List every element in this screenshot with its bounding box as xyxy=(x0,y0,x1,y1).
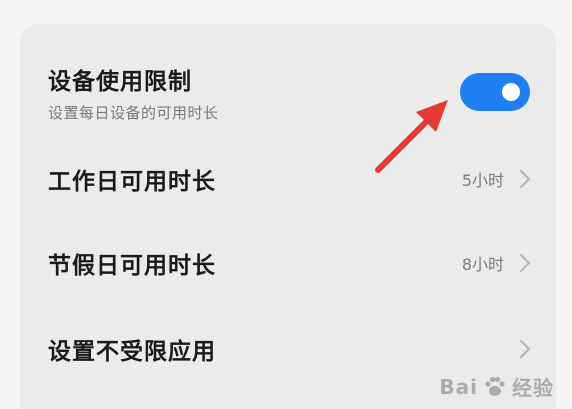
paw-icon xyxy=(485,376,505,396)
chevron-right-icon xyxy=(518,339,532,359)
toggle-knob xyxy=(502,83,520,101)
chevron-right-icon xyxy=(518,169,532,189)
workday-duration-row[interactable]: 工作日可用时长 5小时 xyxy=(20,144,556,214)
holiday-duration-value: 8小时 xyxy=(461,255,504,274)
settings-screen: 设备使用限制 设置每日设备的可用时长 工作日可用时长 5小时 节假日可用时长 8… xyxy=(0,0,572,409)
unrestricted-apps-title: 设置不受限应用 xyxy=(48,339,216,365)
holiday-duration-title: 节假日可用时长 xyxy=(48,253,216,279)
device-limit-title: 设备使用限制 xyxy=(48,68,192,95)
annotation-arrow-icon xyxy=(375,100,448,173)
watermark-right-text: 经验 xyxy=(512,376,554,400)
settings-card: 设备使用限制 设置每日设备的可用时长 工作日可用时长 5小时 节假日可用时长 8… xyxy=(20,24,556,409)
baidu-watermark: Bai 经验 xyxy=(439,372,554,401)
workday-duration-value: 5小时 xyxy=(461,171,504,190)
holiday-duration-row[interactable]: 节假日可用时长 8小时 xyxy=(20,228,556,298)
device-limit-row[interactable]: 设备使用限制 设置每日设备的可用时长 xyxy=(20,46,556,138)
device-limit-toggle[interactable] xyxy=(460,73,530,111)
chevron-right-icon xyxy=(518,253,532,273)
watermark-left-text: Bai xyxy=(439,374,478,399)
